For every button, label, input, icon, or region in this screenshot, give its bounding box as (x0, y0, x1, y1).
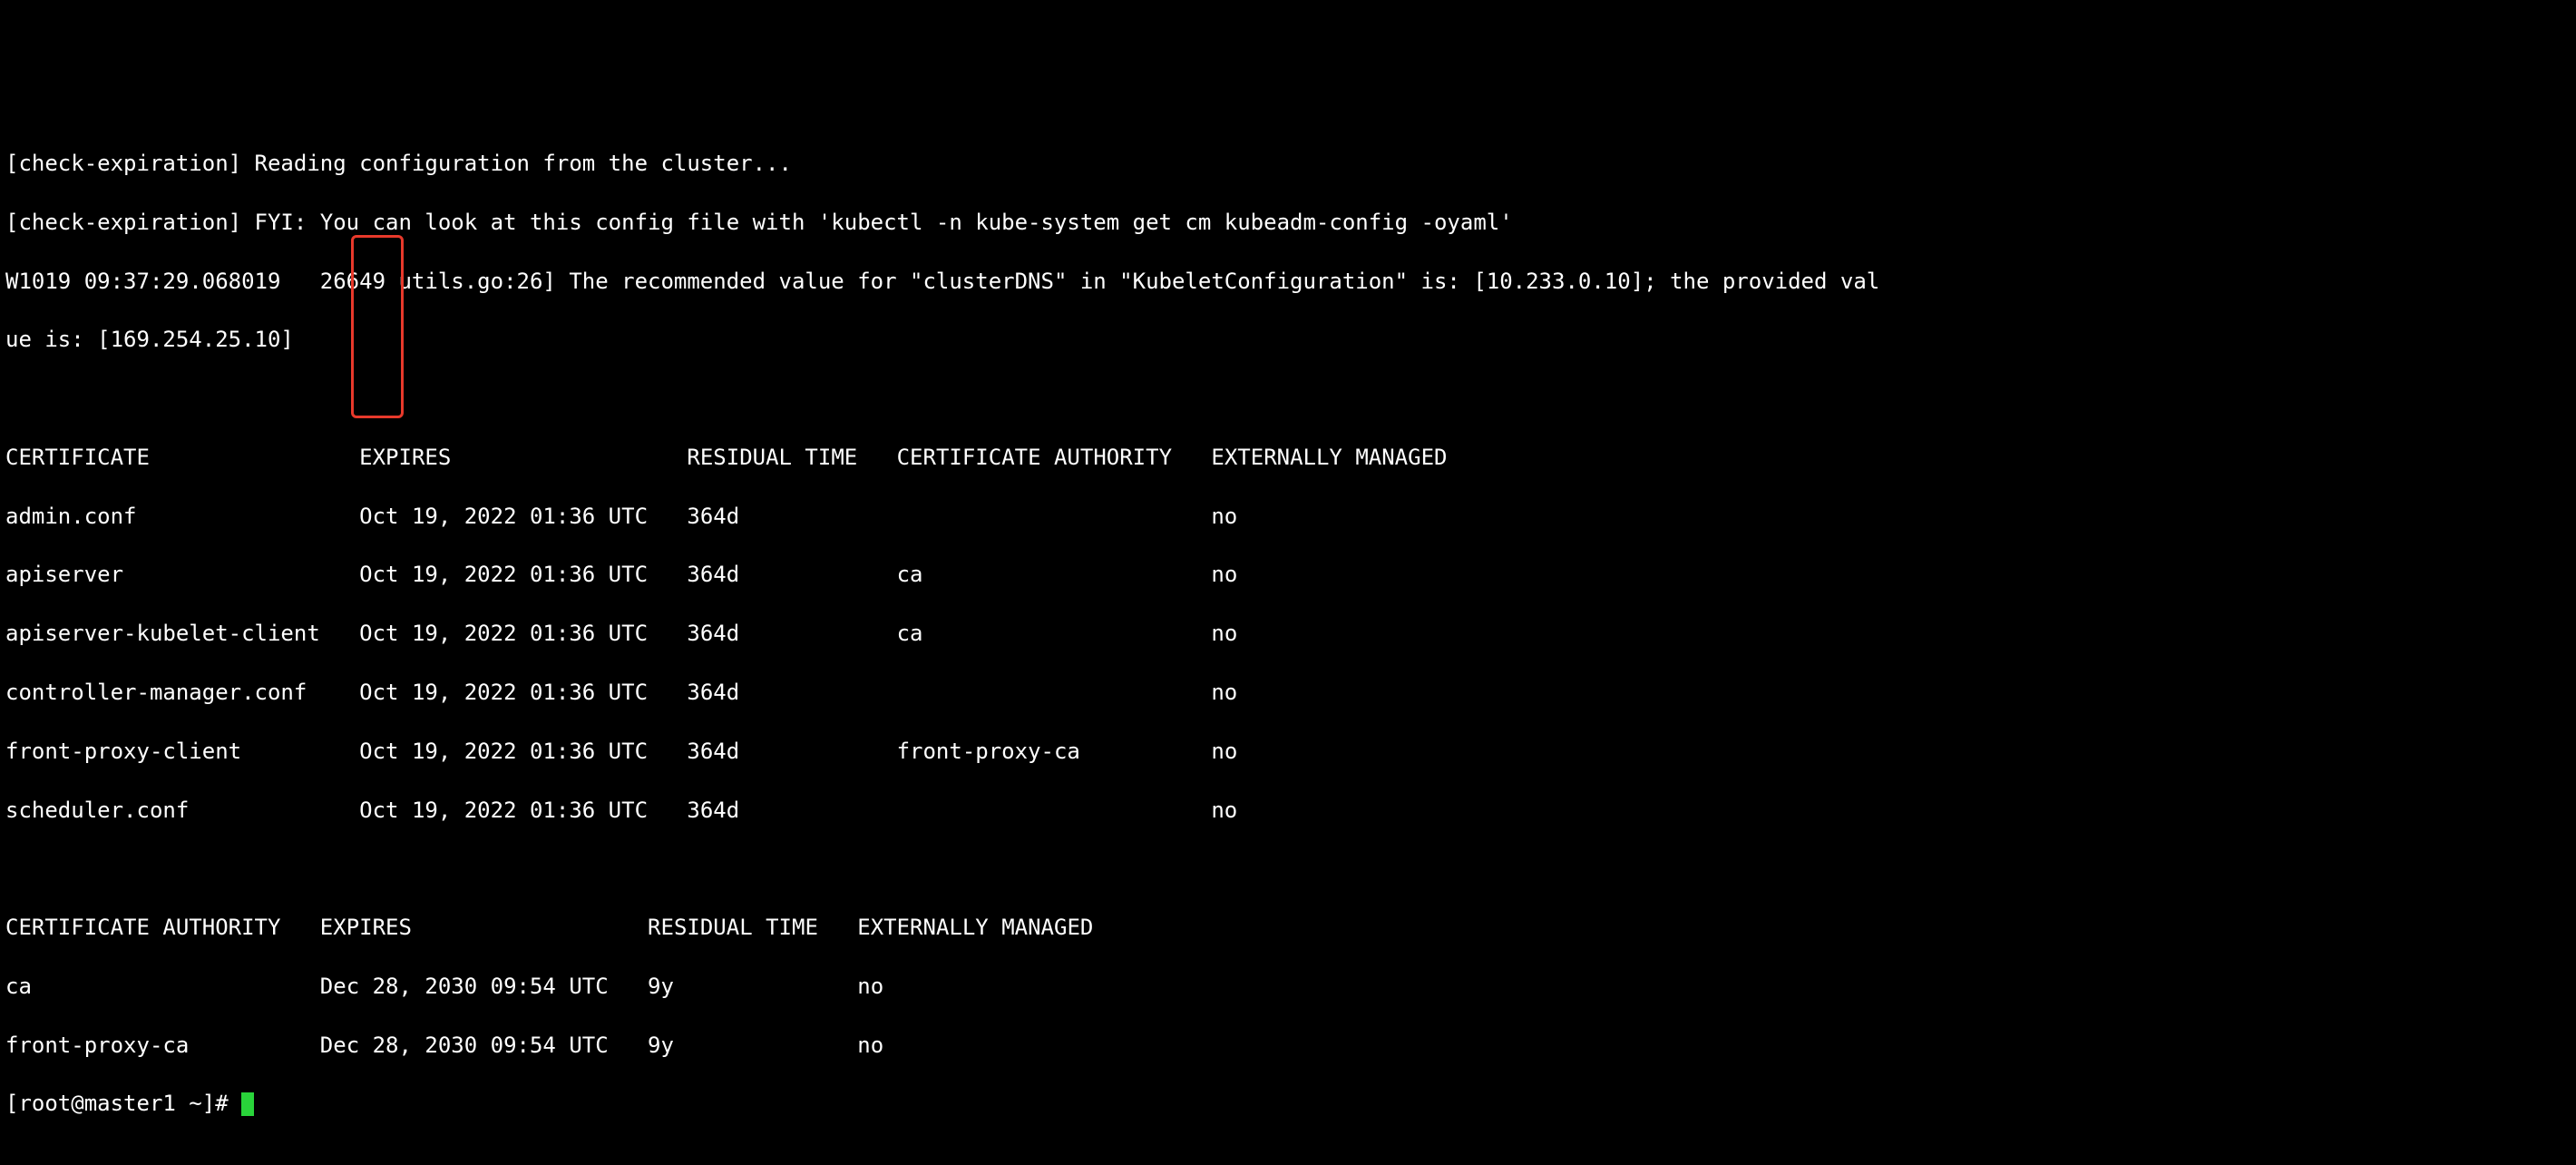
ca-row: ca Dec 28, 2030 09:54 UTC 9y no (5, 972, 2571, 1001)
cert-row: admin.conf Oct 19, 2022 01:36 UTC 364d n… (5, 502, 2571, 531)
blank-line (5, 854, 2571, 883)
log-line: [check-expiration] Reading configuration… (5, 149, 2571, 178)
log-line: [check-expiration] FYI: You can look at … (5, 208, 2571, 237)
cert-row: apiserver-kubelet-client Oct 19, 2022 01… (5, 619, 2571, 648)
blank-line (5, 384, 2571, 413)
cert-table-header: CERTIFICATE EXPIRES RESIDUAL TIME CERTIF… (5, 443, 2571, 472)
ca-table-header: CERTIFICATE AUTHORITY EXPIRES RESIDUAL T… (5, 913, 2571, 942)
cursor (241, 1092, 254, 1116)
cert-row: apiserver Oct 19, 2022 01:36 UTC 364d ca… (5, 560, 2571, 589)
log-line: W1019 09:37:29.068019 26649 utils.go:26]… (5, 267, 2571, 296)
ca-row: front-proxy-ca Dec 28, 2030 09:54 UTC 9y… (5, 1031, 2571, 1060)
prompt-line[interactable]: [root@master1 ~]# (5, 1089, 2571, 1118)
cert-row: scheduler.conf Oct 19, 2022 01:36 UTC 36… (5, 796, 2571, 825)
cert-row: controller-manager.conf Oct 19, 2022 01:… (5, 678, 2571, 707)
shell-prompt: [root@master1 ~]# (5, 1091, 241, 1116)
log-line: ue is: [169.254.25.10] (5, 325, 2571, 354)
cert-row: front-proxy-client Oct 19, 2022 01:36 UT… (5, 737, 2571, 766)
terminal-output: [check-expiration] Reading configuration… (5, 120, 2571, 1165)
